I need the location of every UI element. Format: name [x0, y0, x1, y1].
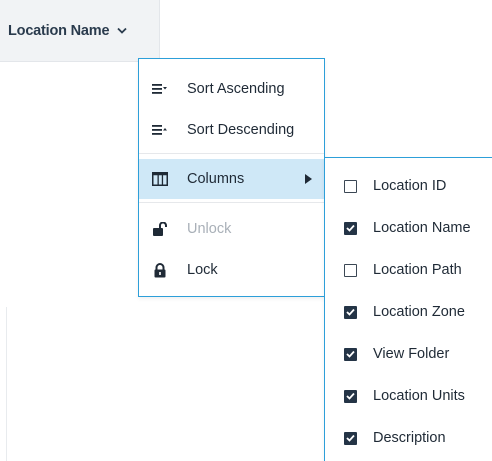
- column-toggle-view-folder[interactable]: View Folder: [325, 334, 492, 374]
- column-toggle-location-id[interactable]: Location ID: [325, 166, 492, 206]
- column-toggle-location-zone[interactable]: Location Zone: [325, 292, 492, 332]
- column-toggle-location-name[interactable]: Location Name: [325, 208, 492, 248]
- menu-item-label: Sort Ascending: [187, 81, 285, 97]
- menu-item-unlock: Unlock: [139, 209, 324, 249]
- column-menu: Sort Ascending Sort Descending Columns U…: [138, 58, 325, 297]
- checkbox-unchecked[interactable]: [344, 179, 357, 193]
- column-title: Location Name: [8, 22, 110, 39]
- columns-submenu: Location ID Location Name Location Path …: [324, 157, 492, 461]
- menu-divider: [139, 153, 324, 154]
- checkbox-unchecked[interactable]: [344, 263, 357, 277]
- checkbox-checked[interactable]: [344, 347, 357, 361]
- menu-item-label: Columns: [187, 171, 245, 187]
- column-toggle-label: View Folder: [373, 346, 450, 362]
- column-toggle-location-path[interactable]: Location Path: [325, 250, 492, 290]
- column-toggle-label: Location ID: [373, 178, 447, 194]
- sort-descending-icon: [152, 122, 168, 138]
- menu-item-sort-descending[interactable]: Sort Descending: [139, 110, 324, 150]
- menu-divider: [139, 202, 324, 203]
- checkbox-checked[interactable]: [344, 431, 357, 445]
- menu-item-label: Sort Descending: [187, 122, 295, 138]
- lock-icon: [152, 262, 168, 278]
- chevron-down-icon[interactable]: [115, 24, 129, 38]
- column-toggle-label: Location Units: [373, 388, 465, 404]
- column-toggle-label: Location Path: [373, 262, 462, 278]
- checkbox-checked[interactable]: [344, 305, 357, 319]
- column-toggle-label: Description: [373, 430, 446, 446]
- submenu-arrow-icon: [305, 174, 312, 184]
- menu-item-lock[interactable]: Lock: [139, 250, 324, 290]
- columns-icon: [152, 171, 168, 187]
- menu-item-sort-ascending[interactable]: Sort Ascending: [139, 69, 324, 109]
- column-header-location-name[interactable]: Location Name: [0, 0, 160, 62]
- menu-item-label: Unlock: [187, 221, 232, 237]
- sort-ascending-icon: [152, 81, 168, 97]
- menu-item-label: Lock: [187, 262, 218, 278]
- checkbox-checked[interactable]: [344, 221, 357, 235]
- column-toggle-description[interactable]: Description: [325, 418, 492, 458]
- menu-item-columns[interactable]: Columns: [139, 159, 324, 199]
- unlock-icon: [152, 221, 168, 237]
- column-toggle-label: Location Zone: [373, 304, 465, 320]
- grid-divider: [6, 307, 7, 461]
- column-toggle-location-units[interactable]: Location Units: [325, 376, 492, 416]
- checkbox-checked[interactable]: [344, 389, 357, 403]
- column-toggle-label: Location Name: [373, 220, 471, 236]
